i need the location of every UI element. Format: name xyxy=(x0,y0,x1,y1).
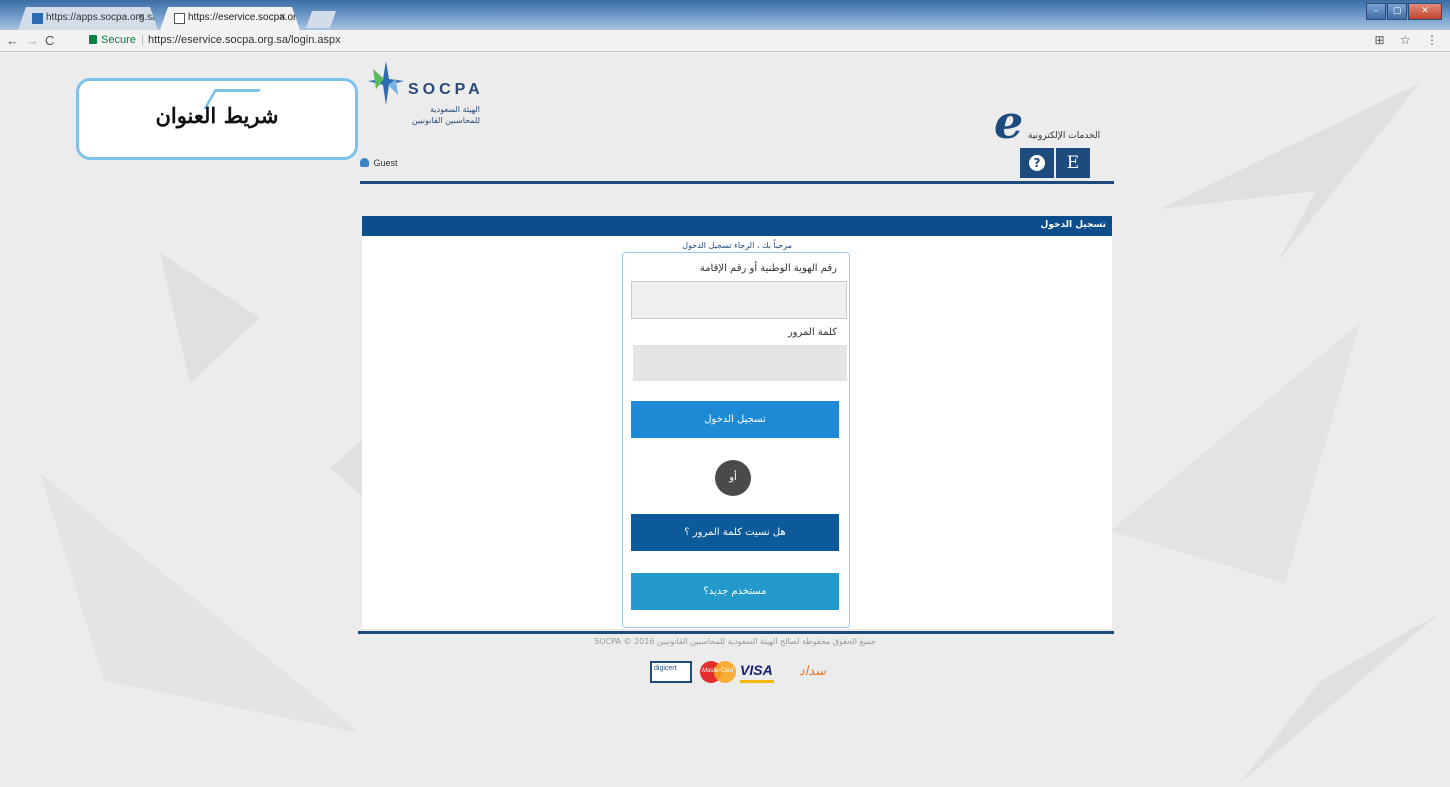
footer-divider xyxy=(358,631,1114,634)
background-shape xyxy=(40,473,360,733)
close-window-button[interactable]: ✕ xyxy=(1408,3,1442,20)
new-tab-button[interactable] xyxy=(306,11,336,28)
lock-icon[interactable] xyxy=(89,35,97,44)
welcome-text: مرحباً بك ، الرجاء تسجيل الدخول xyxy=(682,241,792,250)
guest-user[interactable]: Guest xyxy=(360,158,398,168)
logo-name[interactable]: SOCPA xyxy=(408,81,484,99)
mastercard-label: MasterCard xyxy=(702,668,734,674)
id-input[interactable] xyxy=(631,281,847,319)
logo-arabic-line2: للمحاسبين القانونيين xyxy=(411,116,480,125)
url-separator: | xyxy=(141,34,144,46)
login-form: رقم الهوية الوطنية أو رقم الإقامة كلمة ا… xyxy=(622,252,850,628)
copyright-text: جميع الحقوق محفوظة لصالح الهيئة السعودية… xyxy=(594,637,876,646)
password-label: كلمة المرور xyxy=(787,327,837,338)
browser-tab-apps[interactable]: https://apps.socpa.org.sa × xyxy=(18,7,158,30)
digicert-logo[interactable]: digicert xyxy=(650,661,692,683)
header-divider xyxy=(360,181,1114,184)
tab-close-icon[interactable]: × xyxy=(280,11,286,23)
reload-icon[interactable]: C xyxy=(45,33,54,48)
help-button[interactable]: ? xyxy=(1020,148,1054,178)
background-shape xyxy=(1110,323,1360,583)
background-shape xyxy=(1160,83,1420,263)
id-label: رقم الهوية الوطنية أو رقم الإقامة xyxy=(699,263,837,274)
socpa-star-icon[interactable] xyxy=(368,61,404,105)
forward-icon[interactable]: → xyxy=(26,33,39,48)
site-header: SOCPA الهيئة السعودية للمحاسبين القانوني… xyxy=(360,53,1114,185)
minimize-button[interactable]: – xyxy=(1366,3,1386,20)
window-controls: – ▢ ✕ xyxy=(1366,3,1442,20)
help-icon: ? xyxy=(1029,155,1045,171)
annotation-callout: شريط العنوان xyxy=(76,78,358,160)
logo-arabic-line1: الهيئة السعودية xyxy=(430,105,480,114)
user-icon xyxy=(360,158,369,167)
eservices-label: الخدمات الإلكترونية xyxy=(1028,131,1101,141)
login-card: تسجيل الدخول مرحباً بك ، الرجاء تسجيل ال… xyxy=(362,216,1112,629)
url-input[interactable]: https://eservice.socpa.org.sa/login.aspx xyxy=(148,34,341,46)
visa-logo: VISA xyxy=(740,661,774,683)
maximize-button[interactable]: ▢ xyxy=(1387,3,1407,20)
login-section-title: تسجيل الدخول xyxy=(362,216,1112,236)
password-input[interactable] xyxy=(633,345,847,381)
language-button[interactable]: E xyxy=(1056,148,1090,178)
forgot-password-button[interactable]: هل نسيت كلمة المرور ؟ xyxy=(631,514,839,551)
annotation-text: شريط العنوان xyxy=(155,103,279,128)
favicon-icon xyxy=(32,13,43,24)
back-icon[interactable]: ← xyxy=(6,33,19,48)
address-bar: ← → C Secure | https://eservice.socpa.or… xyxy=(0,30,1450,52)
browser-tab-eservice[interactable]: https://eservice.socpa.org × xyxy=(160,7,300,30)
page-content: SOCPA الهيئة السعودية للمحاسبين القانوني… xyxy=(0,53,1450,787)
tab-close-icon[interactable]: × xyxy=(138,11,144,23)
background-shape xyxy=(160,253,260,383)
payment-logos: digicert MasterCard VISA سداد xyxy=(650,661,830,685)
login-button[interactable]: تسجيل الدخول xyxy=(631,401,839,438)
guest-label: Guest xyxy=(373,158,398,168)
secure-label[interactable]: Secure xyxy=(101,34,136,46)
browser-titlebar: https://apps.socpa.org.sa × https://eser… xyxy=(0,0,1450,30)
page-icon xyxy=(174,13,185,24)
eservices-logo-icon: e xyxy=(994,95,1024,149)
toolbar-icons[interactable]: ⊞ ☆ ⋮ xyxy=(1375,33,1444,47)
new-user-button[interactable]: مستخدم جديد؟ xyxy=(631,573,839,610)
background-shape xyxy=(1240,613,1440,783)
sadad-logo: سداد xyxy=(798,664,826,679)
or-divider: أو xyxy=(715,460,751,496)
mastercard-logo: MasterCard xyxy=(698,661,738,683)
